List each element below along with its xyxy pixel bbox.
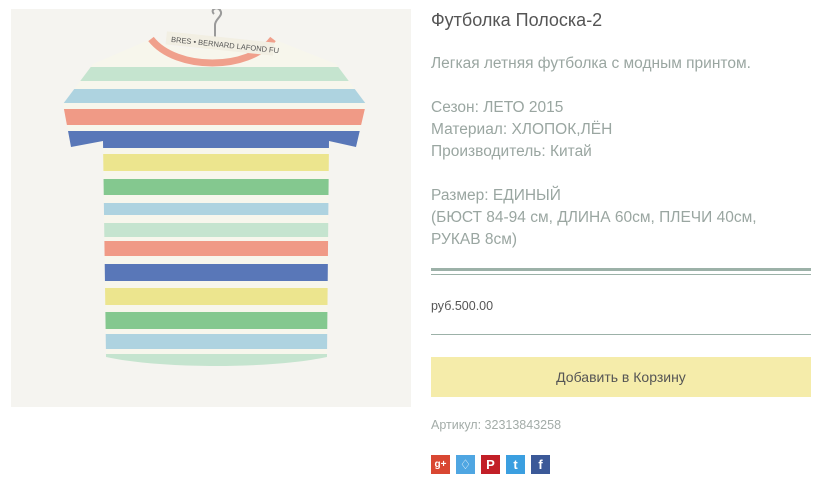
- google-plus-icon[interactable]: g+: [431, 455, 450, 474]
- measurements-text-2: РУКАВ 8см): [431, 231, 518, 248]
- material-text: Материал: ХЛОПОК,ЛЁН: [431, 121, 613, 138]
- price: руб.500.00: [431, 299, 494, 313]
- season-text: Сезон: ЛЕТО 2015: [431, 99, 564, 116]
- divider: [431, 334, 811, 335]
- manufacturer-text: Производитель: Китай: [431, 143, 592, 160]
- product-description: Легкая летняя футболка с модным принтом.…: [431, 53, 811, 251]
- description-text: Легкая летняя футболка с модным принтом.: [431, 55, 751, 72]
- twitter-icon[interactable]: t: [506, 455, 525, 474]
- share-icons: g+ ♢ P t f: [431, 455, 550, 474]
- divider: [431, 268, 811, 275]
- measurements-text-1: (БЮСТ 84-94 см, ДЛИНА 60см, ПЛЕЧИ 40см,: [431, 209, 757, 226]
- vkontakte-icon[interactable]: ♢: [456, 455, 475, 474]
- size-text: Размер: ЕДИНЫЙ: [431, 187, 561, 204]
- facebook-icon[interactable]: f: [531, 455, 550, 474]
- add-to-cart-button[interactable]: Добавить в Корзину: [431, 357, 811, 397]
- pinterest-icon[interactable]: P: [481, 455, 500, 474]
- sku-text: Артикул: 32313843258: [431, 418, 562, 432]
- t-shirt-image: BRES • BERNARD LAFOND FU: [63, 9, 366, 366]
- product-title: Футболка Полоска-2: [431, 10, 603, 30]
- product-image[interactable]: BRES • BERNARD LAFOND FU: [11, 9, 411, 407]
